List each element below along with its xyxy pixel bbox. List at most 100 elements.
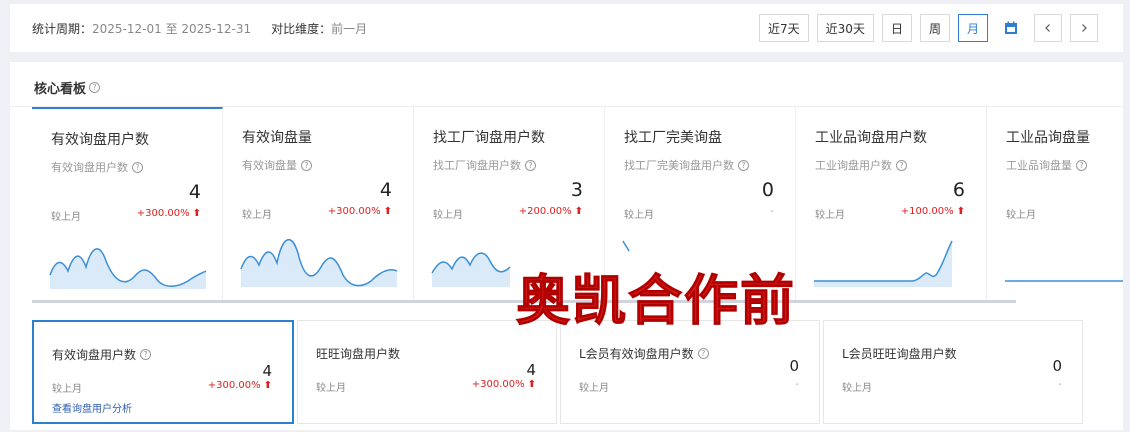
chevron-right-icon <box>1082 24 1087 32</box>
panel-title: 核心看板 ? <box>34 78 101 97</box>
arrow-up-icon: ⬆ <box>192 208 201 219</box>
arrow-up-icon: ⬆ <box>263 380 272 391</box>
metric-card-title: 找工厂完美询盘 <box>624 130 722 146</box>
metric-card-subtitle-text: 找工厂完美询盘用户数 <box>624 159 734 172</box>
sub-card-title: L会员旺旺询盘用户数 <box>842 345 957 362</box>
period-label: 统计周期： <box>32 21 93 36</box>
sub-card-change-text: - <box>795 379 799 390</box>
sub-card-compare-label: 较上月 <box>579 383 609 394</box>
chevron-left-icon <box>1045 24 1050 32</box>
metric-card-subtitle: 工业品询盘量? <box>1006 157 1087 173</box>
metric-card[interactable]: 工业品询盘用户数 工业询盘用户数? 6 较上月 +100.00% ⬆ <box>796 107 987 300</box>
metric-card-change: - <box>770 206 774 217</box>
sub-metric-cards: 有效询盘用户数? 4 较上月 +300.00% ⬆ 查看询盘用户分析 旺旺询盘用户… <box>32 320 1092 424</box>
metric-card[interactable]: 有效询盘量 有效询盘量? 4 较上月 +300.00% ⬆ <box>223 107 414 300</box>
user-analysis-link[interactable]: 查看询盘用户分析 <box>52 400 132 415</box>
metric-card-value: 0 <box>761 179 774 201</box>
metric-card-title: 工业品询盘量 <box>1006 130 1090 146</box>
metric-card-title: 有效询盘用户数 <box>51 132 149 148</box>
sub-card-change: +300.00% ⬆ <box>472 379 536 390</box>
metric-card-change-text: +100.00% <box>900 206 954 217</box>
panel-title-text: 核心看板 <box>34 82 87 97</box>
question-circle-icon[interactable]: ? <box>89 82 101 93</box>
sub-card-change-text: +300.00% <box>471 379 525 390</box>
sub-card-change: - <box>795 379 799 390</box>
metric-card-subtitle-text: 有效询盘用户数 <box>51 161 128 174</box>
sparkline-area <box>432 253 510 287</box>
metric-card-change: +100.00% ⬆ <box>901 206 965 217</box>
metric-card-compare-label: 较上月 <box>1006 210 1036 221</box>
range-30d-button[interactable]: 近30天 <box>816 14 874 42</box>
metric-card-subtitle-text: 工业品询盘量 <box>1006 159 1072 172</box>
sparkline-line <box>814 240 953 282</box>
metric-card-subtitle-text: 有效询盘量 <box>242 159 297 172</box>
metric-card-change-text: +300.00% <box>327 206 381 217</box>
sparkline-chart <box>240 238 398 287</box>
metric-card-change: +200.00% ⬆ <box>519 206 583 217</box>
metric-card-subtitle: 有效询盘量? <box>242 157 312 173</box>
sub-card-change-text: +300.00% <box>207 380 261 391</box>
metric-card-compare-label: 较上月 <box>433 210 463 221</box>
sub-card-change-text: - <box>1058 379 1062 390</box>
calendar-icon <box>1005 21 1017 34</box>
sparkline-chart <box>49 248 207 289</box>
metric-card-subtitle: 有效询盘用户数? <box>51 159 143 175</box>
question-circle-icon[interactable]: ? <box>301 159 312 171</box>
metric-card-value: 6 <box>952 179 965 201</box>
arrow-up-icon: ⬆ <box>383 206 392 217</box>
sub-card-change: - <box>1058 379 1062 390</box>
sub-metric-card[interactable]: 旺旺询盘用户数 4 较上月 +300.00% ⬆ <box>297 320 557 424</box>
question-circle-icon[interactable]: ? <box>140 349 152 360</box>
metric-card[interactable]: 工业品询盘量 工业品询盘量? 较上月 <box>987 107 1123 300</box>
arrow-up-icon: ⬆ <box>574 206 583 217</box>
metric-card-change-text: +200.00% <box>518 206 572 217</box>
sub-metric-card[interactable]: L会员有效询盘用户数? 0 较上月 - <box>560 320 820 424</box>
next-button[interactable] <box>1070 14 1098 42</box>
range-week-button[interactable]: 周 <box>919 14 950 42</box>
compare-value: 前一月 <box>331 21 368 36</box>
sub-metric-card[interactable]: 有效询盘用户数? 4 较上月 +300.00% ⬆ 查看询盘用户分析 <box>32 320 294 424</box>
metric-card-subtitle: 找工厂完美询盘用户数? <box>624 157 749 173</box>
metric-card[interactable]: 有效询盘用户数 有效询盘用户数? 4 较上月 +300.00% ⬆ <box>32 107 223 300</box>
calendar-button[interactable] <box>996 14 1026 42</box>
sub-card-compare-label: 较上月 <box>52 384 82 395</box>
sparkline-line <box>622 240 630 252</box>
metric-card-value: 3 <box>570 179 583 201</box>
arrow-up-icon: ⬆ <box>527 379 536 390</box>
sub-card-value: 4 <box>526 361 536 379</box>
metric-card-title: 找工厂询盘用户数 <box>433 130 545 146</box>
sub-card-title: L会员有效询盘用户数? <box>579 345 709 362</box>
question-circle-icon[interactable]: ? <box>697 348 709 359</box>
question-circle-icon[interactable]: ? <box>525 159 536 171</box>
sub-card-value: 0 <box>789 357 799 375</box>
watermark-stamp: 奥凯合作前 <box>516 269 796 333</box>
range-buttons: 近7天 近30天 日 周 月 <box>759 14 1098 42</box>
sparkline-area <box>241 239 397 287</box>
period-value: 2025-12-01 至 2025-12-31 <box>92 21 252 36</box>
metric-card-title: 有效询盘量 <box>242 130 312 146</box>
metric-card-compare-label: 较上月 <box>51 212 81 223</box>
metric-card-subtitle: 工业询盘用户数? <box>815 157 907 173</box>
sub-metric-card[interactable]: L会员旺旺询盘用户数 0 较上月 - <box>823 320 1083 424</box>
range-month-button[interactable]: 月 <box>957 14 988 42</box>
metric-card-compare-label: 较上月 <box>242 210 272 221</box>
range-day-button[interactable]: 日 <box>881 14 912 42</box>
sub-card-title-text: L会员有效询盘用户数 <box>579 347 694 361</box>
prev-button[interactable] <box>1034 14 1062 42</box>
metric-card-value: 4 <box>379 179 392 201</box>
question-circle-icon[interactable]: ? <box>1076 159 1087 171</box>
metric-card-change-text: - <box>770 206 774 217</box>
metric-card-change: +300.00% ⬆ <box>137 208 201 219</box>
question-circle-icon[interactable]: ? <box>738 159 749 171</box>
sparkline-chart <box>814 240 953 287</box>
sub-card-value: 0 <box>1052 357 1062 375</box>
metric-card-subtitle-text: 工业询盘用户数 <box>815 159 892 172</box>
metric-card-title: 工业品询盘用户数 <box>815 130 927 146</box>
range-7d-button[interactable]: 近7天 <box>759 14 809 42</box>
metric-card-change: +300.00% ⬆ <box>328 206 392 217</box>
metric-card-compare-label: 较上月 <box>624 210 654 221</box>
question-circle-icon[interactable]: ? <box>896 159 907 171</box>
sub-card-compare-label: 较上月 <box>316 383 346 394</box>
question-circle-icon[interactable]: ? <box>132 161 143 173</box>
sub-card-title: 旺旺询盘用户数 <box>316 345 400 362</box>
